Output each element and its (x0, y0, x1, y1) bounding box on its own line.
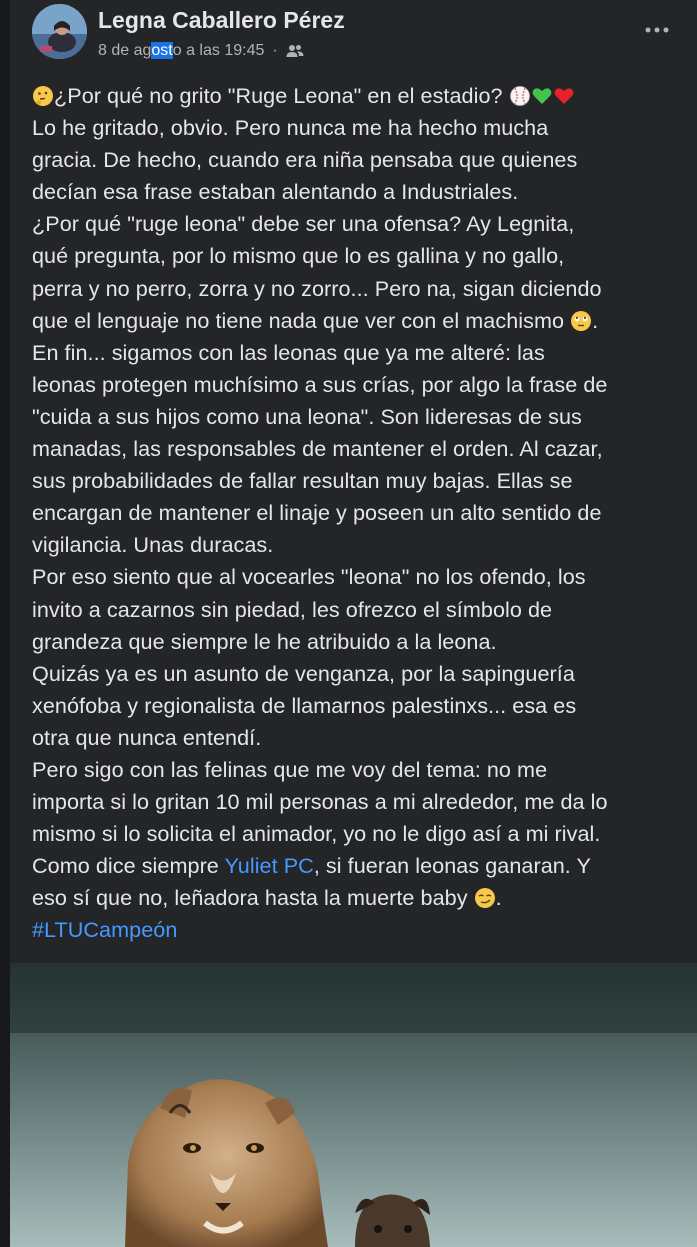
friends-icon[interactable] (286, 44, 304, 58)
text-line: eso sí que no, leñadora hasta la muerte … (32, 882, 682, 914)
text-line: sus probabilidades de fallar resultan mu… (32, 468, 573, 494)
text-segment: , si fueran leonas ganaran. Y (313, 853, 591, 879)
text-segment: . (495, 885, 502, 911)
meta-separator: · (272, 42, 278, 59)
text-segment: que el lenguaje no tiene nada que ver co… (32, 307, 565, 333)
text-segment: ¿Por qué no grito "Ruge Leona" en el est… (54, 83, 503, 108)
text-line: qué pregunta, por lo mismo que lo es gal… (32, 243, 565, 269)
text-line: que el lenguaje no tiene nada que ver co… (32, 305, 682, 337)
text-line: leonas protegen muchísimo a sus crías, p… (32, 371, 608, 397)
text-line: Como dice siempre Yuliet PC, si fueran l… (32, 850, 682, 882)
text-line: manadas, las responsables de mantener el… (32, 436, 603, 462)
text-line: importa si lo gritan 10 mil personas a m… (32, 789, 608, 815)
text-line: grandeza que siempre le he atribuido a l… (32, 628, 497, 654)
text-line: gracia. De hecho, cuando era niña pensab… (32, 147, 578, 173)
green-heart-icon (532, 88, 552, 104)
post-meta: 8 de agosto a las 19:45 · (98, 42, 304, 60)
timestamp-selected-text: ost (151, 42, 173, 59)
text-line: ¿Por qué no grito "Ruge Leona" en el est… (32, 80, 682, 112)
timestamp-part: 8 de ag (98, 42, 152, 59)
thinking-face-icon (33, 86, 53, 106)
post-photo[interactable] (10, 963, 697, 1247)
text-line: vigilancia. Unas duracas. (32, 532, 274, 558)
text-line: mismo si lo solicita el animador, yo no … (32, 821, 601, 847)
text-line: ¿Por qué "ruge leona" debe ser una ofens… (32, 211, 575, 237)
smirking-face-icon (474, 888, 495, 909)
text-line: Lo he gritado, obvio. Pero nunca me ha h… (32, 115, 549, 141)
text-segment: . (592, 307, 599, 333)
author-avatar[interactable] (32, 4, 87, 59)
text-line: "cuida a sus hijos como una leona". Son … (32, 403, 582, 429)
avatar-photo (32, 4, 87, 59)
post-header: Legna Caballero Pérez 8 de agosto a las … (10, 0, 697, 80)
text-line: perra y no perro, zorra y no zorro... Pe… (32, 275, 602, 301)
text-line: #LTUCampeón (32, 914, 682, 946)
text-line: Por eso siento que al vocearles "leona" … (32, 564, 586, 590)
text-segment: Como dice siempre (32, 853, 225, 879)
text-segment: eso sí que no, leñadora hasta la muerte … (32, 885, 468, 911)
text-line: decían esa frase estaban alentando a Ind… (32, 179, 519, 205)
face-with-rolling-eyes-icon (571, 310, 592, 331)
text-line: Pero sigo con las felinas que me voy del… (32, 756, 548, 782)
post-text: ¿Por qué no grito "Ruge Leona" en el est… (32, 80, 682, 947)
timestamp-part: o a las 19:45 (172, 42, 265, 59)
hashtag-link[interactable]: #LTUCampeón (32, 917, 177, 942)
text-line: Quizás ya es un asunto de venganza, por … (32, 660, 575, 686)
text-line: invito a cazarnos sin piedad, les ofrezc… (32, 596, 553, 622)
post-timestamp[interactable]: 8 de agosto a las 19:45 (98, 42, 264, 60)
text-line: xenófoba y regionalista de llamarnos pal… (32, 692, 577, 718)
author-name[interactable]: Legna Caballero Pérez (98, 7, 345, 34)
post-card: Legna Caballero Pérez 8 de agosto a las … (10, 0, 697, 1247)
text-line: otra que nunca entendí. (32, 724, 262, 750)
baseball-icon (509, 86, 530, 106)
mention-link[interactable]: Yuliet PC (225, 853, 314, 878)
red-heart-icon (554, 88, 574, 104)
text-line: encargan de mantener el linaje y poseen … (32, 500, 602, 526)
lioness-with-cub-photo (10, 963, 697, 1247)
text-line: En fin... sigamos con las leonas que ya … (32, 339, 545, 365)
more-options-icon[interactable] (639, 16, 675, 44)
